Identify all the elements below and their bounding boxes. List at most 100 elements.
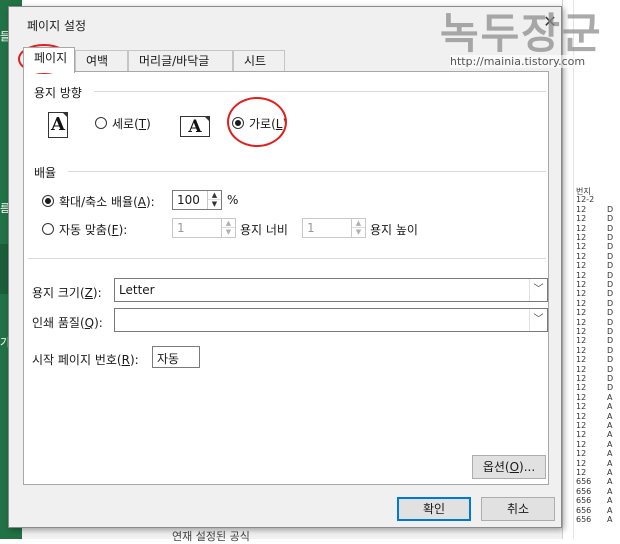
cancel-button[interactable]: 취소 <box>481 497 555 521</box>
fit-tall-spinner[interactable]: 1 ▲ ▼ <box>302 218 366 238</box>
options-text: 옵션( <box>482 460 510 474</box>
fit-wide-label: 용지 너비 <box>240 223 288 237</box>
tab-sheet[interactable]: 시트 <box>233 50 285 72</box>
sheet-cell: 12 <box>576 411 587 421</box>
paper-size-suffix: ): <box>92 286 102 300</box>
adjust-suffix: ): <box>146 195 155 209</box>
sheet-cell: 12 <box>576 449 587 459</box>
fit-text: 자동 맞춤( <box>59 223 112 237</box>
watermark-title: 녹두장군 <box>440 9 603 58</box>
adjust-value: 100 <box>177 193 200 207</box>
fit-wide-spinner-buttons: ▲ ▼ <box>221 219 235 237</box>
fit-accel: F <box>111 223 119 237</box>
sheet-cell: D <box>607 270 614 280</box>
page-fold-icon <box>204 116 210 122</box>
fit-radio[interactable] <box>42 223 54 235</box>
sheet-cell: 12 <box>576 327 587 336</box>
options-accel: O <box>509 460 520 474</box>
sheet-cell: D <box>607 327 614 336</box>
tab-margins[interactable]: 여백 <box>75 50 128 72</box>
sheet-cell: D <box>607 280 614 289</box>
sheet-cell: A <box>607 411 613 421</box>
sheet-cell: A <box>607 515 613 524</box>
scaling-bottom-separator <box>28 258 546 259</box>
landscape-icon-letter: A <box>188 117 202 137</box>
sheet-cell: D <box>607 242 614 252</box>
sheet-cell: D <box>607 364 614 374</box>
fit-tall-label: 용지 높이 <box>370 223 418 237</box>
page-fold-icon <box>62 112 68 118</box>
print-quality-select[interactable]: ﹀ <box>114 308 548 332</box>
sheet-cell: A <box>607 430 613 440</box>
options-button[interactable]: 옵션(O)... <box>472 455 546 479</box>
sheet-cell: 12 <box>576 355 587 365</box>
sheet-cell: A <box>607 477 613 487</box>
sheet-cell: 12 <box>576 223 587 233</box>
tab-page-label: 페이지 <box>34 51 68 65</box>
sheet-cell: 12 <box>576 439 587 449</box>
adjust-text: 확대/축소 배율( <box>59 195 138 209</box>
tab-margins-label: 여백 <box>86 54 109 68</box>
paper-size-text: 용지 크기( <box>32 286 85 300</box>
fit-label[interactable]: 자동 맞춤(F): <box>59 221 127 238</box>
sheet-cell: D <box>607 374 614 383</box>
adjust-accel: A <box>137 195 146 209</box>
sheet-cell: 12 <box>576 374 587 383</box>
chevron-down-icon[interactable]: ﹀ <box>529 309 547 331</box>
adjust-spinner[interactable]: 100 ▲ ▼ <box>172 190 222 210</box>
dialog-title: 페이지 설정 <box>27 19 87 33</box>
sheet-cell: A <box>607 486 613 496</box>
tab-page[interactable]: 페이지 <box>23 47 75 73</box>
sheet-cell: A <box>607 449 613 459</box>
ok-button[interactable]: 확인 <box>397 497 471 521</box>
spin-up-icon[interactable]: ▲ <box>222 219 235 228</box>
paper-size-select[interactable]: Letter ﹀ <box>114 278 548 302</box>
sheet-bottom-text: 연재 설정된 공식 <box>172 530 250 543</box>
sheet-cell: D <box>607 336 614 346</box>
sheet-cell: D <box>607 223 614 233</box>
tab-header-footer[interactable]: 머리글/바닥글 <box>128 50 233 72</box>
sheet-bottom-row: 연재 설정된 공식 <box>22 527 562 543</box>
fit-tall-spinner-buttons: ▲ ▼ <box>351 219 365 237</box>
scaling-group-label: 배율 <box>34 166 57 180</box>
sheet-cell: A <box>607 468 613 477</box>
sheet-cell: A <box>607 392 613 402</box>
sheet-cell: A <box>607 421 613 430</box>
first-page-label: 시작 페이지 번호(R): <box>32 351 139 368</box>
sheet-cell: A <box>607 496 613 506</box>
chevron-down-icon[interactable]: ﹀ <box>529 279 547 301</box>
sheet-cell: D <box>607 298 614 308</box>
portrait-label[interactable]: 세로(T) <box>112 115 151 132</box>
paper-size-label: 용지 크기(Z): <box>32 284 102 301</box>
first-page-input[interactable]: 자동 <box>152 346 200 368</box>
sheet-cell: 12 <box>576 298 587 308</box>
fit-tall-value: 1 <box>307 221 315 235</box>
portrait-radio[interactable] <box>95 117 107 129</box>
spin-up-icon[interactable]: ▲ <box>208 191 221 200</box>
first-page-suffix: ): <box>129 353 139 367</box>
sheet-cell: 12-2 <box>576 195 595 205</box>
print-quality-label: 인쇄 품질(Q): <box>32 314 103 331</box>
sheet-cell: 12 <box>576 261 587 271</box>
sheet-cell: 12 <box>576 392 587 402</box>
landscape-page-icon: A <box>180 116 210 137</box>
spin-down-icon[interactable]: ▼ <box>352 228 365 237</box>
sheet-cell: 12 <box>576 204 587 214</box>
adjust-label[interactable]: 확대/축소 배율(A): <box>59 193 155 210</box>
sheet-cell: 656 <box>576 505 592 515</box>
spreadsheet-background: 번지 12-2 12 D 12 D 12 D 12 D 12 D 12 D 12 D 12 D 12 D 12 D 12 D 1… <box>562 0 620 539</box>
paper-size-value: Letter <box>119 283 155 297</box>
fit-wide-spinner[interactable]: 1 ▲ ▼ <box>172 218 236 238</box>
page-setup-dialog: 페이지 설정 ✕ 페이지 여백 머리글/바닥글 시트 용지 방향 A 세로(T)… <box>8 6 562 528</box>
sheet-cell: D <box>607 383 614 393</box>
spin-down-icon[interactable]: ▼ <box>222 228 235 237</box>
sheet-cell: 12 <box>576 289 587 299</box>
sheet-cell: D <box>607 251 614 261</box>
sheet-gridline <box>573 0 574 539</box>
spin-up-icon[interactable]: ▲ <box>352 219 365 228</box>
spin-down-icon[interactable]: ▼ <box>208 200 221 209</box>
sheet-cell: 656 <box>576 515 592 524</box>
sheet-cell: D <box>607 308 614 318</box>
paper-size-accel: Z <box>84 286 93 300</box>
adjust-radio[interactable] <box>42 195 54 207</box>
